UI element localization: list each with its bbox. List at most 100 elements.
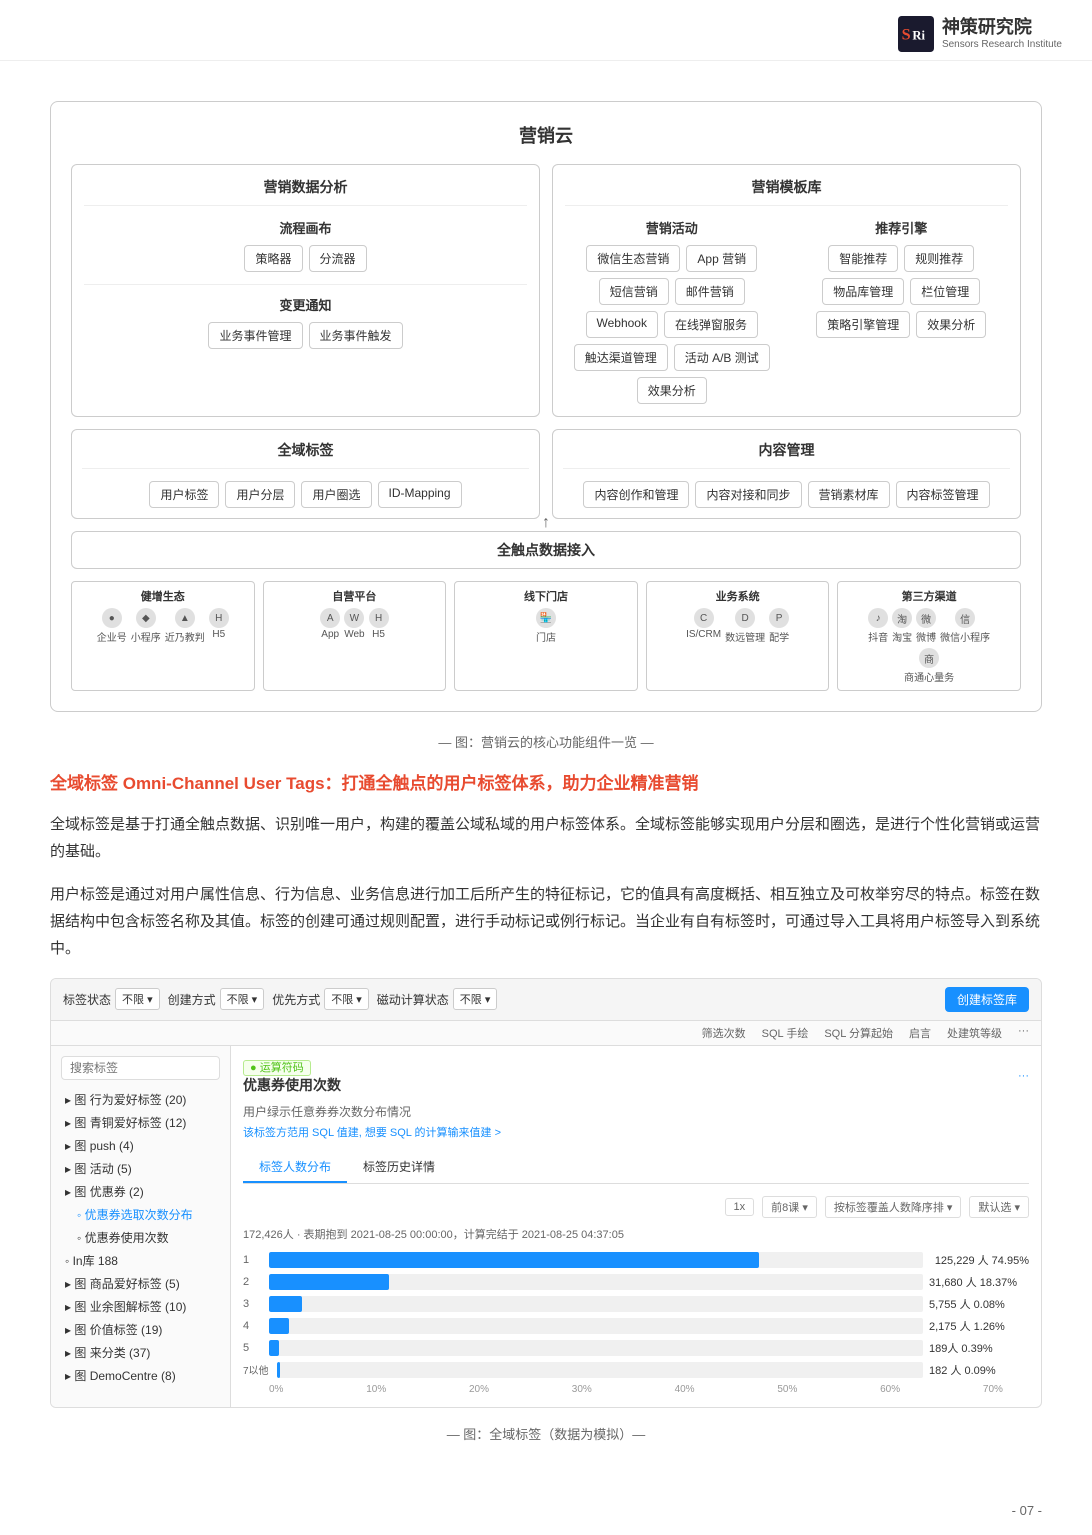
global-tags-items: 用户标签 用户分层 用户圈选 ID-Mapping: [82, 481, 529, 508]
tag-sidebar: ▸ 图 行为爱好标签 (20) ▸ 图 青铜爱好标签 (12) ▸ 图 push…: [51, 1046, 231, 1407]
bar-track-3: [269, 1296, 923, 1312]
flow-items: 策略器 分流器: [84, 245, 527, 272]
tag-title-text: 优惠券使用次数: [243, 1075, 341, 1095]
tag-edit-btn[interactable]: ···: [1018, 1070, 1029, 1082]
recommendation-section: 推荐引擎 智能推荐 规则推荐 物品库管理 栏位管理 策略引擎管理 效果分析: [795, 218, 1009, 404]
tree-item-优惠券[interactable]: ▸ 图 优惠券 (2): [61, 1180, 220, 1203]
item-规则推荐: 规则推荐: [904, 245, 974, 272]
content-items: 内容创作和管理 内容对接和同步 营销素材库 内容标签管理: [563, 481, 1010, 508]
tab-distribution[interactable]: 标签人数分布: [243, 1152, 347, 1183]
item-用户分层: 用户分层: [225, 481, 295, 508]
tag-status-badge: ● 运算符码: [243, 1060, 311, 1076]
item-ab: 活动 A/B 测试: [674, 344, 770, 371]
item-触达: 触达渠道管理: [574, 344, 668, 371]
item-智能推荐: 智能推荐: [828, 245, 898, 272]
activities-items: 微信生态营销 App 营销 短信营销 邮件营销 Webhook 在线弹窗服务 触…: [565, 245, 779, 404]
tree-item-青铜[interactable]: ▸ 图 青铜爱好标签 (12): [61, 1111, 220, 1134]
marketing-activities: 营销活动 微信生态营销 App 营销 短信营销 邮件营销 Webhook 在线弹…: [565, 218, 779, 404]
icon-h5-1: H H5: [209, 608, 229, 644]
tab-history[interactable]: 标签历史详情: [347, 1152, 451, 1183]
sub-section-notify: 变更通知 业务事件管理 业务事件触发: [84, 295, 527, 349]
bar-label-4: 4: [243, 1320, 263, 1332]
icon-数远: D 数远管理: [725, 608, 765, 644]
item-分流器: 分流器: [309, 245, 367, 272]
ctrl-1x[interactable]: 1x: [725, 1198, 755, 1216]
link-enable[interactable]: 启言: [909, 1025, 931, 1041]
item-效果分析2: 效果分析: [916, 311, 986, 338]
global-tags-title: 全域标签: [82, 440, 529, 469]
tree-item-优惠券分布[interactable]: ◦ 优惠券选取次数分布: [73, 1203, 220, 1226]
link-sort-count[interactable]: 筛选次数: [702, 1025, 746, 1041]
page-number: - 07 -: [0, 1483, 1092, 1528]
tag-controls: 1x 前8课 ▾ 按标签覆盖人数降序排 ▾ 默认选 ▾: [243, 1196, 1029, 1218]
filter-compute-status-label: 磁动计算状态: [377, 991, 449, 1008]
ctrl-default[interactable]: 默认选 ▾: [969, 1196, 1029, 1218]
create-tag-button[interactable]: 创建标签库: [945, 987, 1029, 1012]
bar-track-4: [269, 1318, 923, 1334]
sub-section-notify-title: 变更通知: [84, 295, 527, 314]
page-header: S Ri 神策研究院 Sensors Research Institute: [0, 0, 1092, 61]
bar-text-2: 31,680 人 18.37%: [929, 1274, 1029, 1290]
tag-note-text[interactable]: 该标签方范用 SQL 值建, 想要 SQL 的计算输来值建 >: [243, 1124, 1029, 1140]
filter-compute-status: 磁动计算状态 不限 ▾: [377, 988, 498, 1010]
right-stat: 125,229 人 74.95%: [935, 1252, 1029, 1268]
tree-item-商品[interactable]: ▸ 图 商品爱好标签 (5): [61, 1272, 220, 1295]
bar-text-5: 189人 0.39%: [929, 1340, 1029, 1356]
link-build-level[interactable]: 处建筑等级: [947, 1025, 1002, 1041]
tree-item-push[interactable]: ▸ 图 push (4): [61, 1134, 220, 1157]
icon-企业号: ● 企业号: [97, 608, 127, 644]
item-栏位: 栏位管理: [910, 278, 980, 305]
bar-label-1: 1: [243, 1254, 263, 1266]
link-sql-draw[interactable]: SQL 手绘: [762, 1025, 809, 1041]
tree-item-活动[interactable]: ▸ 图 活动 (5): [61, 1157, 220, 1180]
filter-tag-status-value[interactable]: 不限 ▾: [115, 988, 160, 1010]
platform-wechat-icons: ● 企业号 ◆ 小程序 ▲ 近乃教判 H H5: [97, 608, 229, 644]
ctrl-前8[interactable]: 前8课 ▾: [762, 1196, 817, 1218]
diagram-right-section: 营销模板库 营销活动 微信生态营销 App 营销 短信营销 邮件营销 Webho…: [552, 164, 1021, 417]
tag-ui-body: ▸ 图 行为爱好标签 (20) ▸ 图 青铜爱好标签 (12) ▸ 图 push…: [51, 1046, 1041, 1407]
diagram-left-section: 营销数据分析 流程画布 策略器 分流器 变更通知 业务事件管理 业务事件触发: [71, 164, 540, 417]
filter-compute-status-value[interactable]: 不限 ▾: [453, 988, 498, 1010]
platform-store-title: 线下门店: [524, 588, 568, 604]
bar-track-1: [269, 1252, 923, 1268]
bar-fill-other: [277, 1362, 280, 1378]
item-策略器: 策略器: [244, 245, 302, 272]
link-sql-calc[interactable]: SQL 分算起始: [824, 1025, 893, 1041]
logo: S Ri 神策研究院 Sensors Research Institute: [898, 16, 1062, 52]
bar-text-4: 2,175 人 1.26%: [929, 1318, 1029, 1334]
item-营销素材: 营销素材库: [808, 481, 890, 508]
logo-sub-text: Sensors Research Institute: [942, 39, 1062, 51]
icon-微博: 微 微博: [916, 608, 936, 644]
tree-item-价值[interactable]: ▸ 图 价值标签 (19): [61, 1318, 220, 1341]
platform-biz-icons: C IS/CRM D 数远管理 P 配学: [686, 608, 789, 644]
tag-search-input[interactable]: [61, 1056, 220, 1080]
tree-item-业余[interactable]: ▸ 图 业余图解标签 (10): [61, 1295, 220, 1318]
filter-tag-status: 标签状态 不限 ▾: [63, 988, 160, 1010]
tree-item-来分类[interactable]: ▸ 图 来分类 (37): [61, 1341, 220, 1364]
item-微信: 微信生态营销: [586, 245, 680, 272]
filter-create-method-value[interactable]: 不限 ▾: [220, 988, 265, 1010]
bar-row-5: 5 189人 0.39%: [243, 1340, 1029, 1356]
item-业务事件管理: 业务事件管理: [208, 322, 302, 349]
icon-web: W Web: [344, 608, 364, 640]
item-webhook: Webhook: [586, 311, 658, 338]
item-用户标签: 用户标签: [149, 481, 219, 508]
tree-item-democentre[interactable]: ▸ 图 DemoCentre (8): [61, 1364, 220, 1387]
tag-caption: — 图：全域标签（数据为模拟）—: [50, 1424, 1042, 1443]
filter-create-method-label: 创建方式: [168, 991, 216, 1008]
icon-store: 🏪 门店: [536, 608, 556, 644]
item-策略引擎: 策略引擎管理: [816, 311, 910, 338]
touchpoint-connector: 全触点数据接入: [71, 531, 1021, 569]
ctrl-sort[interactable]: 按标签覆盖人数降序排 ▾: [825, 1196, 962, 1218]
tag-management-ui: 标签状态 不限 ▾ 创建方式 不限 ▾ 优先方式 不限 ▾ 磁动计算状态 不限 …: [50, 978, 1042, 1408]
platform-store-icons: 🏪 门店: [536, 608, 556, 644]
tree-item-优惠券使用[interactable]: ◦ 优惠券使用次数: [73, 1226, 220, 1249]
icon-h5-2: H H5: [369, 608, 389, 640]
tree-item-in库[interactable]: ◦ In库 188: [61, 1249, 220, 1272]
filter-priority-value[interactable]: 不限 ▾: [324, 988, 369, 1010]
item-业务事件触发: 业务事件触发: [309, 322, 403, 349]
tree-item-行为[interactable]: ▸ 图 行为爱好标签 (20): [61, 1088, 220, 1111]
spacer: ···: [1018, 1025, 1029, 1041]
sri-logo-icon: S Ri: [898, 16, 934, 52]
filter-priority-label: 优先方式: [272, 991, 320, 1008]
